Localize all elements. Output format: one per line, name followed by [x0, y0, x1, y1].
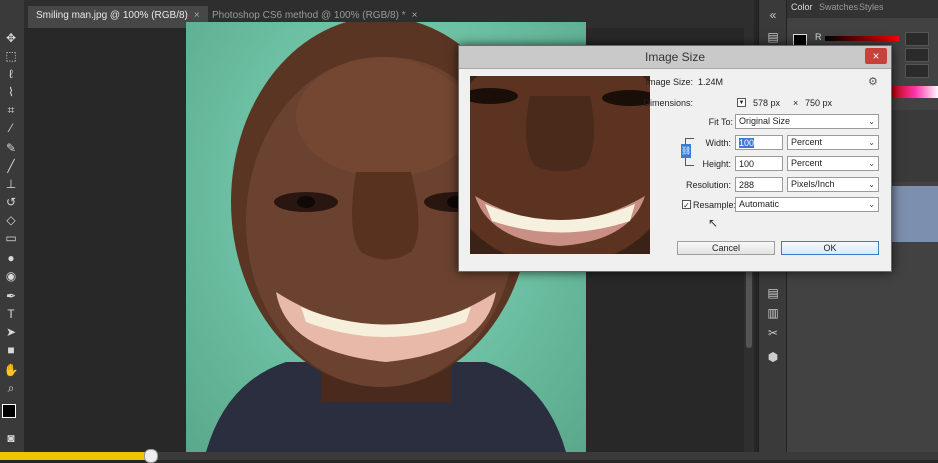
close-icon[interactable]: × — [194, 10, 200, 21]
image-preview[interactable] — [470, 76, 650, 254]
resample-select[interactable]: Automatic ⌄ — [735, 197, 879, 212]
tab-smiling-man[interactable]: Smiling man.jpg @ 100% (RGB/8) × — [28, 6, 208, 28]
chevron-down-icon: ⌄ — [868, 117, 875, 126]
hand-icon[interactable]: ✋ — [3, 362, 19, 378]
resolution-unit-select[interactable]: Pixels/Inch ⌄ — [787, 177, 879, 192]
eyedropper-icon[interactable]: ⁄ — [3, 120, 19, 136]
progress-fill — [0, 452, 151, 460]
resample-label: Resample: — [693, 200, 737, 210]
color-swatch-icon[interactable] — [2, 404, 16, 418]
lasso-icon[interactable]: ℓ — [3, 66, 19, 82]
collapse-icon[interactable]: « — [766, 8, 780, 22]
dimensions-times: × — [793, 98, 799, 108]
tab-swatches[interactable]: Swatches — [819, 2, 858, 12]
dimensions-dropdown[interactable]: ▼ — [737, 98, 746, 107]
blue-value-field[interactable] — [905, 64, 929, 78]
image-size-value: 1.24M — [698, 77, 724, 87]
width-field[interactable]: 100 — [735, 135, 783, 150]
tab-label: Smiling man.jpg @ 100% (RGB/8) — [36, 10, 188, 21]
zoom-icon[interactable]: ⌕ — [3, 380, 19, 396]
image-size-dialog: Image Size × Image Size: 1.24M ⚙ Dimensi… — [458, 45, 892, 272]
video-progress-bar[interactable] — [0, 449, 938, 463]
height-unit-select[interactable]: Percent ⌄ — [787, 156, 879, 171]
fit-to-label: Fit To: — [708, 117, 733, 127]
history-panel-icon[interactable]: ▤ — [766, 30, 780, 44]
tab-color[interactable]: Color — [791, 2, 813, 12]
clone-source-icon[interactable]: ▥ — [766, 306, 780, 320]
quick-select-icon[interactable]: ⌇ — [3, 84, 19, 100]
blur-icon[interactable]: ● — [3, 250, 19, 266]
height-label: Height: — [702, 159, 731, 169]
eraser-icon[interactable]: ◇ — [3, 212, 19, 228]
chevron-down-icon: ⌄ — [868, 180, 875, 189]
pen-icon[interactable]: ✒ — [3, 288, 19, 304]
marquee-icon[interactable]: ⬚ — [3, 48, 19, 64]
resample-value: Automatic — [739, 199, 780, 209]
tab-label: Photoshop CS6 method @ 100% (RGB/8) * — [212, 10, 406, 21]
brush-panel-icon[interactable]: ▤ — [766, 286, 780, 300]
history-brush-icon[interactable]: ↺ — [3, 194, 19, 210]
chevron-down-icon: ⌄ — [868, 159, 875, 168]
height-value: 100 — [739, 159, 755, 169]
fit-to-select[interactable]: Original Size ⌄ — [735, 114, 879, 129]
chain-link-icon[interactable]: ⛓ — [681, 144, 691, 158]
color-ramp[interactable] — [891, 86, 938, 98]
dimensions-label: Dimensions: — [643, 98, 693, 108]
resolution-label: Resolution: — [685, 180, 731, 190]
width-unit-select[interactable]: Percent ⌄ — [787, 135, 879, 150]
chevron-down-icon: ⌄ — [868, 138, 875, 147]
path-select-icon[interactable]: ➤ — [3, 324, 19, 340]
tools-preset-icon[interactable]: ✂ — [766, 326, 780, 340]
3d-panel-icon[interactable]: ⬢ — [766, 350, 780, 364]
dimensions-height: 750 px — [805, 98, 833, 108]
gradient-icon[interactable]: ▭ — [3, 230, 19, 246]
width-label: Width: — [705, 138, 731, 148]
gear-icon[interactable]: ⚙ — [868, 75, 878, 88]
resolution-field[interactable]: 288 — [735, 177, 783, 192]
cancel-button[interactable]: Cancel — [677, 241, 775, 255]
clone-stamp-icon[interactable]: ⊥ — [3, 176, 19, 192]
layer-thumbnail-selected[interactable] — [891, 186, 938, 242]
layers-strip — [891, 110, 938, 182]
tools-panel: ✥ ⬚ ℓ ⌇ ⌗ ⁄ ✎ ╱ ⊥ ↺ ◇ ▭ ● ◉ ✒ T ➤ ■ ✋ ⌕ … — [0, 0, 25, 460]
panel-tabs: Color Swatches Styles — [787, 0, 938, 18]
cursor-icon: ↖ — [708, 216, 719, 230]
dodge-icon[interactable]: ◉ — [3, 268, 19, 284]
height-field[interactable]: 100 — [735, 156, 783, 171]
chevron-down-icon: ⌄ — [868, 200, 875, 209]
fit-to-value: Original Size — [739, 116, 791, 126]
healing-brush-icon[interactable]: ✎ — [3, 140, 19, 156]
dialog-title-bar: Image Size × — [459, 46, 891, 69]
width-unit: Percent — [791, 137, 823, 147]
dimensions-width: 578 px — [753, 98, 781, 108]
tab-styles[interactable]: Styles — [859, 2, 884, 12]
rectangle-icon[interactable]: ■ — [3, 342, 19, 358]
progress-knob[interactable] — [144, 449, 159, 463]
red-slider[interactable] — [825, 36, 899, 41]
resample-checkbox[interactable]: ✓ — [682, 200, 691, 210]
dialog-title: Image Size — [644, 50, 706, 64]
width-value: 100 — [739, 138, 755, 148]
crop-icon[interactable]: ⌗ — [3, 102, 19, 118]
red-value-field[interactable] — [905, 32, 929, 46]
image-size-label: Image Size: — [645, 77, 693, 87]
channel-label: R — [815, 32, 822, 42]
height-unit: Percent — [791, 158, 823, 168]
ok-button[interactable]: OK — [781, 241, 879, 255]
resolution-unit: Pixels/Inch — [791, 179, 835, 189]
quick-mask-icon[interactable]: ◙ — [3, 430, 19, 446]
close-icon: × — [872, 49, 880, 63]
green-value-field[interactable] — [905, 48, 929, 62]
resolution-value: 288 — [739, 180, 755, 190]
brush-icon[interactable]: ╱ — [3, 158, 19, 174]
move-icon[interactable]: ✥ — [3, 30, 19, 46]
close-icon[interactable]: × — [412, 10, 418, 21]
type-icon[interactable]: T — [3, 306, 19, 322]
close-button[interactable]: × — [865, 48, 887, 64]
